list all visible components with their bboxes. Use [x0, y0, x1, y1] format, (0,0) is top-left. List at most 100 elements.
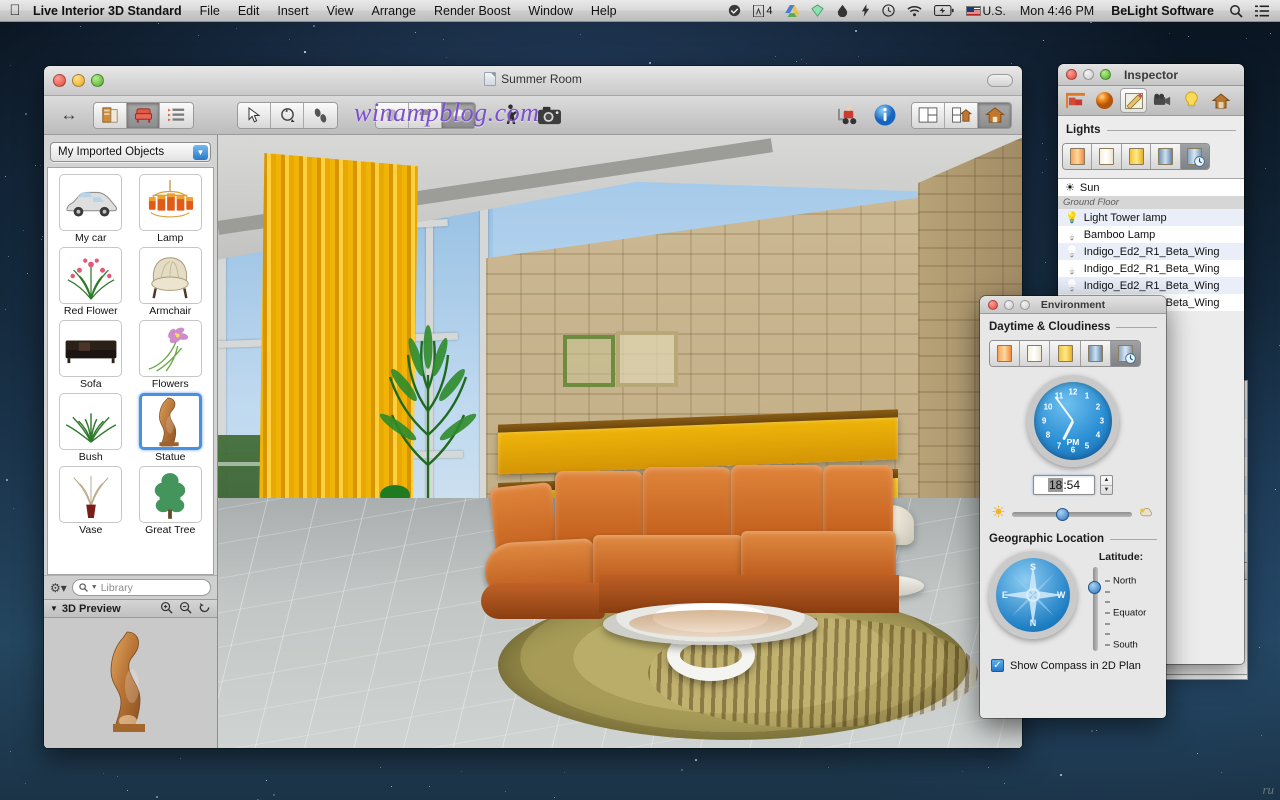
list-item[interactable]: Lamp [132, 174, 210, 244]
show-compass-checkbox[interactable]: ✓ [991, 659, 1004, 672]
minimize-button[interactable] [1004, 300, 1014, 310]
camera-tab[interactable] [1149, 88, 1176, 113]
mode-dawn[interactable] [1063, 144, 1092, 169]
list-item[interactable]: Bush [52, 393, 130, 463]
env-mode-dusk[interactable] [1050, 341, 1080, 366]
toolbar-toggle-button[interactable] [987, 74, 1013, 87]
gem-icon[interactable] [806, 4, 829, 17]
close-button[interactable] [988, 300, 998, 310]
adobe-icon[interactable]: 4 [748, 0, 777, 22]
list-item[interactable]: Vase [52, 466, 130, 536]
zoom-out-icon[interactable] [179, 601, 192, 617]
menu-item-arrange[interactable]: Arrange [363, 0, 425, 22]
list-view-button[interactable] [160, 103, 193, 128]
battery-icon[interactable] [929, 5, 959, 16]
site-tab[interactable] [1207, 88, 1234, 113]
walk-tool-button[interactable] [304, 103, 337, 128]
menu-item-edit[interactable]: Edit [229, 0, 269, 22]
list-item[interactable]: Armchair [132, 247, 210, 317]
search-icon[interactable] [1224, 4, 1248, 18]
droplet-icon[interactable] [831, 4, 854, 17]
furniture-view-button[interactable] [127, 103, 160, 128]
time-stepper[interactable]: ▲ ▼ [1100, 475, 1113, 495]
apple-icon[interactable]:  [0, 3, 30, 18]
preview-header[interactable]: ▼ 3D Preview [44, 599, 217, 618]
main-titlebar[interactable]: Summer Room [44, 66, 1022, 96]
resize-arrows-icon[interactable]: ↔ [54, 101, 84, 129]
slider-knob[interactable] [1056, 508, 1069, 521]
sectional-sofa[interactable] [493, 465, 893, 625]
show-compass-checkbox-row[interactable]: ✓ Show Compass in 2D Plan [980, 651, 1166, 672]
forklift-icon[interactable] [833, 101, 863, 129]
object-tab[interactable] [1062, 88, 1089, 113]
mode-custom-time[interactable] [1181, 144, 1209, 169]
select-tool-button[interactable] [238, 103, 271, 128]
list-item[interactable]: Statue [132, 393, 210, 463]
notification-list-icon[interactable] [1250, 5, 1274, 17]
preview-3d-viewport[interactable] [44, 618, 217, 748]
material-tab[interactable] [1091, 88, 1118, 113]
menu-item-view[interactable]: View [318, 0, 363, 22]
list-item[interactable]: 💡 Indigo_Ed2_R1_Beta_Wing [1058, 277, 1244, 294]
latitude-knob[interactable] [1088, 581, 1101, 594]
list-item[interactable]: 💡 Indigo_Ed2_R1_Beta_Wing [1058, 243, 1244, 260]
search-input[interactable]: ▼ Library [72, 579, 211, 596]
zoom-button[interactable] [1100, 69, 1111, 80]
google-drive-icon[interactable] [780, 5, 804, 17]
minimize-button[interactable] [1083, 69, 1094, 80]
list-item[interactable]: 💡 Bamboo Lamp [1058, 226, 1244, 243]
mode-night[interactable] [1151, 144, 1180, 169]
menubar-clock[interactable]: Mon 4:46 PM [1013, 4, 1101, 18]
zoom-in-icon[interactable] [160, 601, 173, 617]
flash-icon[interactable] [856, 4, 875, 17]
list-item[interactable]: Flowers [132, 320, 210, 390]
close-button[interactable] [1066, 69, 1077, 80]
env-mode-day[interactable] [1020, 341, 1050, 366]
environment-titlebar[interactable]: Environment [980, 296, 1166, 314]
edit-tab[interactable] [1120, 88, 1147, 113]
list-item[interactable]: ☀ Sun [1058, 179, 1244, 196]
mode-day[interactable] [1092, 144, 1121, 169]
env-mode-custom-time[interactable] [1111, 341, 1140, 366]
clock-icon[interactable] [877, 4, 900, 17]
menu-item-render-boost[interactable]: Render Boost [425, 0, 519, 22]
zoom-button[interactable] [1020, 300, 1030, 310]
env-mode-night[interactable] [1081, 341, 1111, 366]
3d-viewport[interactable] [218, 135, 1022, 748]
oval-coffee-table[interactable] [603, 603, 818, 681]
library-category-popup[interactable]: My Imported Objects ▼ [50, 142, 211, 162]
inspector-titlebar[interactable]: Inspector [1058, 64, 1244, 86]
light-tab[interactable] [1178, 88, 1205, 113]
mode-dusk[interactable] [1122, 144, 1151, 169]
list-item[interactable]: My car [52, 174, 130, 244]
stepper-down-button[interactable]: ▼ [1101, 486, 1112, 495]
input-source-indicator[interactable]: U.S. [961, 0, 1011, 22]
reset-rotate-icon[interactable] [198, 601, 211, 617]
menu-item-window[interactable]: Window [519, 0, 581, 22]
cloudiness-slider[interactable] [1012, 512, 1132, 517]
menu-item-help[interactable]: Help [582, 0, 626, 22]
dropbox-icon[interactable] [723, 4, 746, 17]
compass-widget[interactable]: N E S W [989, 551, 1077, 639]
latitude-slider[interactable]: North Equator South [1085, 567, 1157, 651]
list-item[interactable]: 💡 Light Tower lamp [1058, 209, 1244, 226]
split-view-button[interactable] [912, 103, 945, 128]
disclosure-triangle-icon[interactable]: ▼ [50, 604, 58, 613]
list-item[interactable]: Red Flower [52, 247, 130, 317]
env-mode-dawn[interactable] [990, 341, 1020, 366]
info-icon[interactable] [870, 101, 900, 129]
gear-icon[interactable]: ⚙▾ [50, 581, 67, 595]
elevation-view-button[interactable] [94, 103, 127, 128]
menubar-user-name[interactable]: BeLight Software [1103, 4, 1222, 18]
house-3d-view-button[interactable] [978, 103, 1011, 128]
menu-app-name[interactable]: Live Interior 3D Standard [30, 0, 191, 22]
menu-item-insert[interactable]: Insert [268, 0, 317, 22]
rotate-tool-button[interactable] [271, 103, 304, 128]
plan-3d-view-button[interactable] [945, 103, 978, 128]
wifi-icon[interactable] [902, 5, 927, 17]
time-input[interactable]: 18:54 [1033, 475, 1095, 495]
list-item[interactable]: Great Tree [132, 466, 210, 536]
analog-clock-widget[interactable]: 12 1 2 3 4 5 6 7 8 9 10 11 PM [1027, 375, 1119, 467]
stepper-up-button[interactable]: ▲ [1101, 476, 1112, 486]
list-item[interactable]: 💡 Indigo_Ed2_R1_Beta_Wing [1058, 260, 1244, 277]
